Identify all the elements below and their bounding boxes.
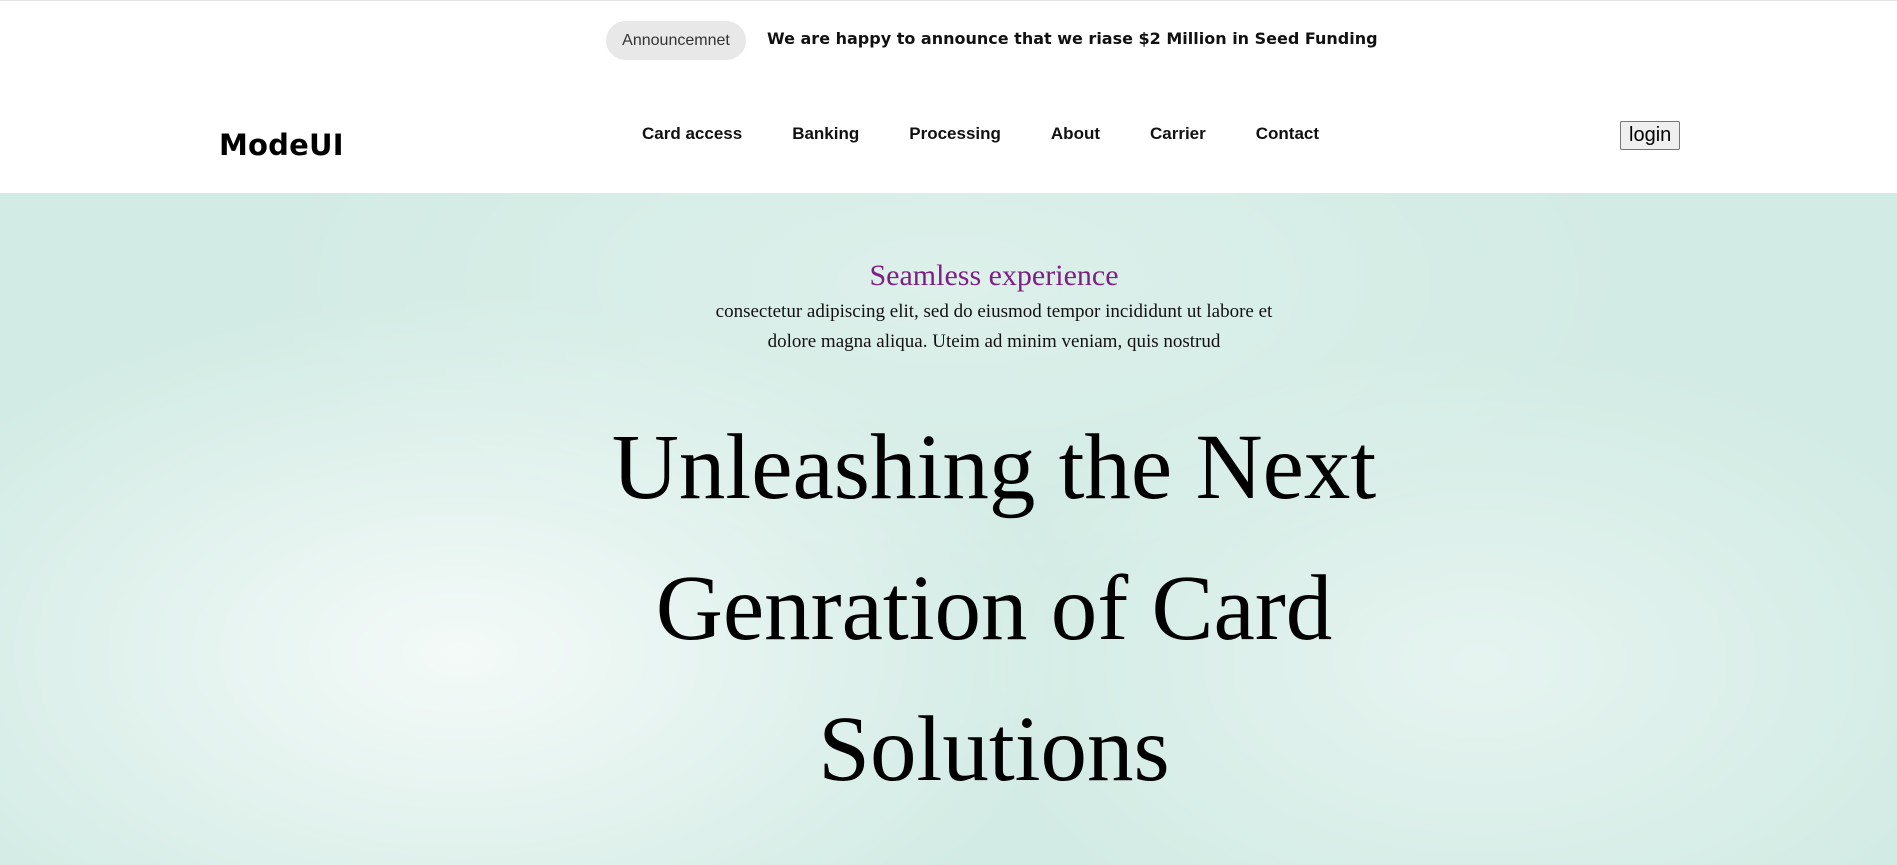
nav-link-carrier[interactable]: Carrier bbox=[1150, 124, 1206, 144]
announcement-message: We are happy to announce that we riase $… bbox=[767, 29, 1378, 48]
nav-link-processing[interactable]: Processing bbox=[909, 124, 1001, 144]
hero-section: Seamless experience consectetur adipisci… bbox=[0, 193, 1897, 865]
nav-link-card-access[interactable]: Card access bbox=[642, 124, 742, 144]
logo[interactable]: ModeUI bbox=[219, 128, 344, 162]
announcement-bar: Announcemnet We are happy to announce th… bbox=[0, 0, 1897, 80]
main-nav: Card access Banking Processing About Car… bbox=[642, 124, 1319, 144]
nav-link-banking[interactable]: Banking bbox=[792, 124, 859, 144]
nav-link-about[interactable]: About bbox=[1051, 124, 1100, 144]
hero-title: Unleashing the Next Genration of Card So… bbox=[611, 416, 1377, 801]
hero-eyebrow: Seamless experience bbox=[869, 259, 1119, 292]
login-button[interactable]: login bbox=[1620, 121, 1681, 150]
navbar: ModeUI Card access Banking Processing Ab… bbox=[0, 80, 1897, 193]
nav-link-contact[interactable]: Contact bbox=[1256, 124, 1319, 144]
hero-description: consectetur adipiscing elit, sed do eius… bbox=[715, 301, 1273, 352]
announcement-badge[interactable]: Announcemnet bbox=[606, 21, 746, 60]
